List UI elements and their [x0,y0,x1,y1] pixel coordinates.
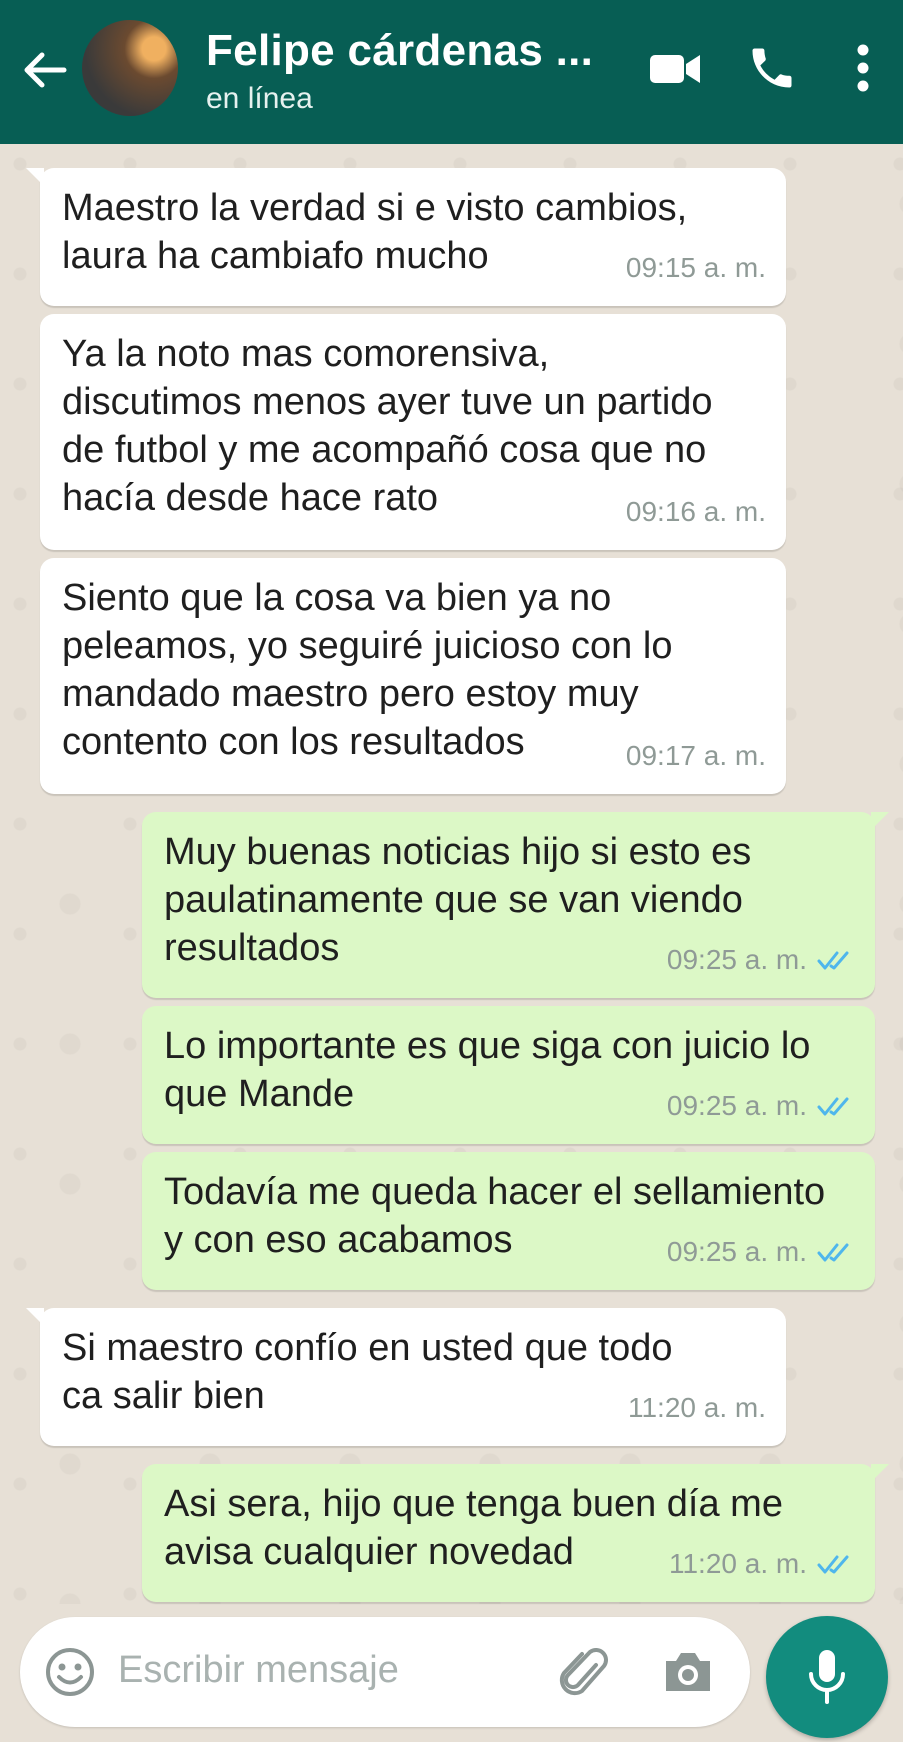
contact-status: en línea [206,82,313,115]
message-outgoing[interactable]: Lo importante es que siga con juicio lo … [142,1006,875,1144]
message-time: 11:20 a. m. [627,1392,766,1423]
message-incoming[interactable]: Si maestro confío en usted que todo ca s… [26,1308,786,1446]
voice-call-icon[interactable] [746,42,798,94]
message-composer[interactable]: Escribir mensaje [20,1617,750,1727]
voice-message-button[interactable] [766,1616,888,1738]
message-outgoing[interactable]: Todavía me queda hacer el sellamiento y … [142,1152,875,1290]
emoji-icon[interactable] [44,1646,96,1698]
message-input[interactable]: Escribir mensaje [118,1649,399,1692]
message-time: 09:17 a. m. [625,740,766,771]
message-incoming[interactable]: Siento que la cosa va bien ya no peleamo… [40,558,786,794]
message-time: 09:16 a. m. [625,496,766,527]
contact-name[interactable]: Felipe cárdenas ... [206,26,593,76]
read-receipt-icon [817,1243,849,1262]
contact-avatar[interactable] [82,20,178,116]
message-outgoing[interactable]: Muy buenas noticias hijo si esto es paul… [142,812,889,998]
message-incoming[interactable]: Maestro la verdad si e visto cambios, la… [26,168,786,306]
message-meta: 09:25 a. m. [667,1082,855,1130]
chat-header: Felipe cárdenas ... en línea [0,0,903,144]
message-meta: 09:25 a. m. [667,936,855,984]
camera-icon[interactable] [662,1647,714,1695]
message-time: 09:25 a. m. [666,1090,807,1121]
read-receipt-icon [817,1097,849,1116]
read-receipt-icon [817,1555,849,1574]
attach-icon[interactable] [558,1643,608,1701]
message-meta: 11:20 a. m. [669,1540,855,1588]
message-meta: 11:20 a. m. [628,1384,766,1432]
message-meta: 09:25 a. m. [667,1228,855,1276]
message-time: 11:20 a. m. [668,1548,807,1579]
microphone-icon [809,1650,845,1704]
message-meta: 09:15 a. m. [626,244,766,292]
message-outgoing[interactable]: Asi sera, hijo que tenga buen día me avi… [142,1464,889,1602]
message-time: 09:25 a. m. [666,1236,807,1267]
message-time: 09:15 a. m. [625,252,766,283]
chat-area[interactable]: Maestro la verdad si e visto cambios, la… [0,144,903,1604]
read-receipt-icon [817,951,849,970]
video-call-icon[interactable] [648,42,702,96]
message-time: 09:25 a. m. [666,944,807,975]
message-incoming[interactable]: Ya la noto mas comorensiva, discutimos m… [40,314,786,550]
message-meta: 09:16 a. m. [626,488,766,536]
more-options-icon[interactable] [852,42,874,94]
back-arrow-icon[interactable] [20,45,70,95]
message-meta: 09:17 a. m. [626,732,766,780]
